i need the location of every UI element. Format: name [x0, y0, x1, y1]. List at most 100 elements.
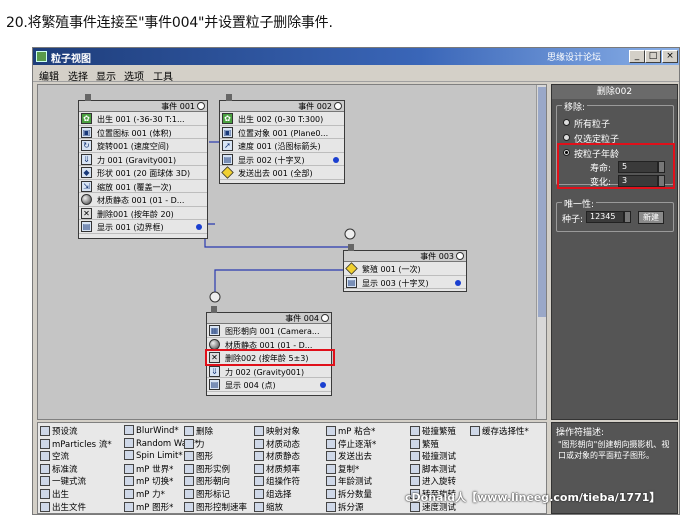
position-icon: ▣ — [222, 126, 233, 138]
depot-item[interactable]: 繁殖 — [410, 438, 439, 450]
depot-item-label: mP 世界* — [136, 464, 174, 475]
depot-item[interactable]: 年龄测试 — [326, 475, 372, 487]
step-caption: 20.将繁殖事件连接至"事件004"并设置粒子删除事件. — [6, 15, 333, 31]
depot-item[interactable]: 组选择 — [254, 488, 292, 500]
depot-item-label: 图形控制速率 — [196, 502, 248, 513]
radio-selected-particles[interactable] — [563, 134, 570, 141]
operator-row[interactable]: ↻ 旋转001 (速度空间) — [79, 139, 207, 153]
operator-row[interactable]: ✿ 出生 001 (-36-30 T:1... — [79, 112, 207, 126]
operator-row[interactable]: ▣ 位置对象 001 (Plane0... — [220, 126, 344, 139]
operator-row[interactable]: ▤ 显示 003 (十字叉) — [344, 276, 466, 289]
event-002[interactable]: 事件 002 ✿ 出生 002 (0-30 T:300) ▣ 位置对象 001 (P… — [219, 94, 345, 184]
depot-item[interactable]: mP 力* — [124, 488, 165, 500]
operator-row[interactable]: ✿ 出生 002 (0-30 T:300) — [220, 112, 344, 126]
depot-item[interactable]: 材质静态 — [254, 450, 300, 462]
input-socket-event4[interactable] — [209, 291, 221, 303]
radio-all-particles-label[interactable]: 所有粒子 — [574, 117, 610, 130]
depot-item[interactable]: 发送出去 — [326, 450, 372, 462]
scrollbar-thumb[interactable] — [538, 87, 546, 317]
depot-item[interactable]: 图形标记 — [184, 488, 230, 500]
depot-item[interactable]: 材质动态 — [254, 438, 300, 450]
event-003[interactable]: 事件 003 繁殖 001 (一次) ▤ 显示 003 (十字叉) — [343, 244, 467, 292]
depot-item[interactable]: 脚本测试 — [410, 463, 456, 475]
forum-label: 思缘设计论坛 — [547, 53, 602, 63]
depot-item[interactable]: mP 切换* — [124, 475, 173, 487]
event-001[interactable]: 事件 001 ✿ 出生 001 (-36-30 T:1... ▣ 位置图标 001 … — [78, 94, 208, 239]
menu-edit[interactable]: 编辑 — [39, 68, 59, 83]
depot-item[interactable]: 预设流 — [40, 425, 78, 437]
depot-item[interactable]: 图形 — [184, 450, 213, 462]
menu-options[interactable]: 选项 — [124, 68, 144, 83]
depot-item[interactable]: 碰撞繁殖 — [410, 425, 456, 437]
event-header[interactable]: 事件 002 — [220, 101, 344, 112]
depot-item[interactable]: BlurWind* — [124, 425, 179, 436]
canvas-scrollbar[interactable] — [536, 85, 546, 419]
operator-row[interactable]: ➚ 速度 001 (沿图标箭头) — [220, 139, 344, 153]
event-light-icon[interactable] — [456, 252, 464, 260]
depot-item[interactable]: 删除 — [184, 425, 213, 437]
depot-item[interactable]: 复制* — [326, 463, 359, 475]
seed-input[interactable]: 12345 — [586, 211, 624, 223]
input-socket-event3[interactable] — [344, 228, 356, 240]
operator-row[interactable]: 繁殖 001 (一次) — [344, 262, 466, 276]
operator-row[interactable]: ⇲ 缩放 001 (覆盖一次) — [79, 180, 207, 193]
particle-diagram-canvas[interactable]: 事件 001 ✿ 出生 001 (-36-30 T:1... ▣ 位置图标 001 … — [37, 84, 547, 420]
depot-item[interactable]: 一键式流 — [40, 475, 86, 487]
depot-item[interactable]: 出生文件 — [40, 501, 86, 513]
depot-item[interactable]: 力 — [184, 438, 205, 450]
operator-row[interactable]: ⇓ 力 001 (Gravity001) — [79, 153, 207, 166]
depot-item[interactable]: mParticles 流* — [40, 438, 112, 450]
operator-row[interactable]: ▤ 显示 001 (边界框) — [79, 220, 207, 234]
title-bar[interactable]: 粒子视图 思缘设计论坛 _ □ × — [33, 48, 679, 65]
event-light-icon[interactable] — [197, 102, 205, 110]
menu-select[interactable]: 选择 — [68, 68, 88, 83]
depot-item[interactable]: 材质频率 — [254, 463, 300, 475]
operator-row[interactable]: ✕ 删除001 (按年龄 20) — [79, 207, 207, 220]
menu-display[interactable]: 显示 — [96, 68, 116, 83]
depot-item[interactable]: 图形控制速率 — [184, 501, 247, 513]
depot-item[interactable]: 图形实例 — [184, 463, 230, 475]
depot-item[interactable]: 出生 — [40, 488, 69, 500]
operator-row[interactable]: ▦ 图形朝向 001 (Camera... — [207, 324, 331, 338]
minimize-button[interactable]: _ — [629, 50, 645, 63]
depot-item[interactable]: 缓存选择性* — [470, 425, 529, 437]
maximize-button[interactable]: □ — [645, 50, 661, 63]
operator-row[interactable]: ▤ 显示 002 (十字叉) — [220, 153, 344, 166]
depot-item[interactable]: 映射对象 — [254, 425, 300, 437]
depot-item[interactable]: Spin Limit* — [124, 450, 183, 461]
event-header[interactable]: 事件 003 — [344, 251, 466, 262]
radio-all-particles[interactable] — [563, 119, 570, 126]
seed-spinner[interactable] — [624, 211, 631, 223]
operator-row[interactable]: ⇓ 力 002 (Gravity001) — [207, 365, 331, 378]
depot-item[interactable]: 组操作符 — [254, 475, 300, 487]
operator-icon — [254, 463, 264, 474]
depot-item[interactable]: 缩放 — [254, 501, 283, 513]
depot-item[interactable]: mP 世界* — [124, 463, 173, 475]
event-title: 事件 004 — [285, 314, 319, 323]
depot-item-label: 材质静态 — [266, 452, 301, 463]
operator-row[interactable]: ▤ 显示 004 (点) — [207, 378, 331, 392]
operator-row[interactable]: ◆ 形状 001 (20 面球体 3D) — [79, 166, 207, 180]
depot-item[interactable]: 拆分数量 — [326, 488, 372, 500]
new-seed-button[interactable]: 新建 — [638, 211, 664, 224]
depot-item[interactable]: mP 图形* — [124, 501, 173, 513]
depot-item[interactable]: 进入旋转 — [410, 475, 456, 487]
operator-row[interactable]: ▣ 位置图标 001 (体积) — [79, 126, 207, 139]
event-light-icon[interactable] — [321, 314, 329, 322]
depot-item[interactable]: 停止逐渐* — [326, 438, 376, 450]
depot-item[interactable]: 图形朝向 — [184, 475, 230, 487]
menu-tools[interactable]: 工具 — [153, 68, 173, 83]
operator-icon — [410, 476, 420, 487]
scale-icon: ⇲ — [81, 180, 92, 192]
operator-row[interactable]: 材质静态 001 (01 - D... — [79, 193, 207, 207]
depot-item[interactable]: 空流 — [40, 450, 69, 462]
depot-item[interactable]: 碰撞测试 — [410, 450, 456, 462]
depot-item[interactable]: 标准流 — [40, 463, 78, 475]
depot-item[interactable]: mP 粘合* — [326, 425, 375, 437]
event-header[interactable]: 事件 004 — [207, 313, 331, 324]
operator-row[interactable]: 发送出去 001 (全部) — [220, 166, 344, 180]
event-light-icon[interactable] — [334, 102, 342, 110]
event-header[interactable]: 事件 001 — [79, 101, 207, 112]
close-button[interactable]: × — [662, 50, 678, 63]
depot-item[interactable]: 拆分源 — [326, 501, 364, 513]
